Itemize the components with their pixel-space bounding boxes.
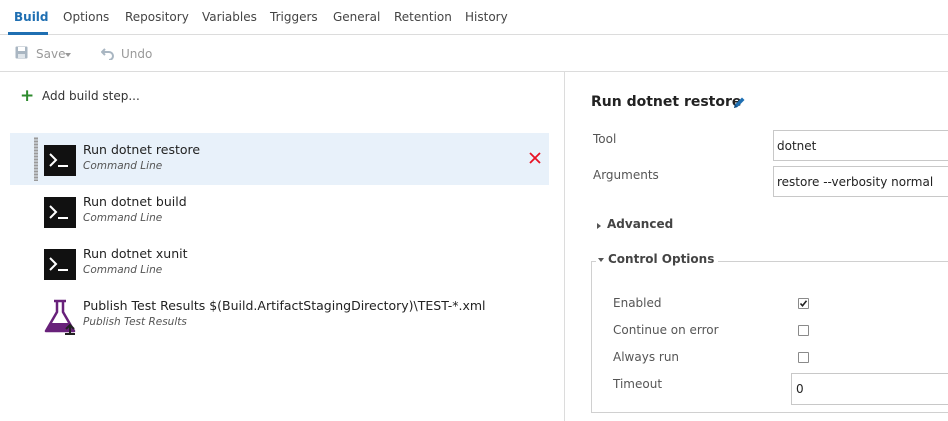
control-options-label: Control Options <box>608 252 715 266</box>
command-line-icon <box>44 197 76 228</box>
undo-button[interactable]: Undo <box>100 46 153 63</box>
step-subtitle: Command Line <box>83 212 163 224</box>
plus-icon: + <box>20 86 35 106</box>
task-title: Run dotnet restore <box>591 94 742 110</box>
step-title: Run dotnet xunit <box>83 246 188 261</box>
build-steps-panel: + Add build step... Run dotnet restore C… <box>0 72 565 421</box>
delete-step-icon[interactable] <box>528 150 542 164</box>
chevron-down-icon <box>65 53 71 57</box>
advanced-section-toggle[interactable]: Advanced <box>596 217 706 233</box>
step-details-panel: Run dotnet restore Tool Arguments Advanc… <box>566 72 948 421</box>
chevron-right-icon <box>597 223 601 229</box>
save-button[interactable]: Save <box>15 46 73 62</box>
arguments-label: Arguments <box>593 168 659 182</box>
step-title: Run dotnet restore <box>83 142 201 157</box>
tab-retention[interactable]: Retention <box>394 10 452 24</box>
tab-bar: Build Options Repository Variables Trigg… <box>0 0 948 35</box>
step-title: Publish Test Results $(Build.ArtifactSta… <box>83 298 486 313</box>
advanced-label: Advanced <box>607 217 674 231</box>
continue-on-error-label: Continue on error <box>613 323 719 337</box>
arguments-input[interactable] <box>773 166 948 197</box>
floppy-disk-icon <box>15 46 28 62</box>
enabled-label: Enabled <box>613 296 662 310</box>
tool-label: Tool <box>593 132 617 146</box>
command-line-icon <box>44 145 76 176</box>
add-build-step-label: Add build step... <box>42 89 140 103</box>
toolbar: Save Undo <box>0 35 948 72</box>
step-subtitle: Command Line <box>83 160 163 172</box>
tab-history[interactable]: History <box>465 10 508 24</box>
pencil-icon[interactable] <box>732 95 746 114</box>
tab-triggers[interactable]: Triggers <box>270 10 318 24</box>
continue-on-error-checkbox[interactable] <box>798 325 809 336</box>
timeout-label: Timeout <box>613 377 663 391</box>
step-subtitle: Publish Test Results <box>83 316 187 328</box>
save-label: Save <box>36 47 66 61</box>
build-step-run-dotnet-restore[interactable]: Run dotnet restore Command Line <box>10 133 549 185</box>
step-title: Run dotnet build <box>83 194 187 209</box>
tool-input[interactable] <box>773 130 948 161</box>
always-run-checkbox[interactable] <box>798 352 809 363</box>
tab-variables[interactable]: Variables <box>202 10 257 24</box>
tab-repository[interactable]: Repository <box>125 10 189 24</box>
tab-options[interactable]: Options <box>63 10 109 24</box>
command-line-icon <box>44 249 76 280</box>
tab-build[interactable]: Build <box>14 10 49 24</box>
step-subtitle: Command Line <box>83 264 163 276</box>
tab-general[interactable]: General <box>333 10 380 24</box>
flask-publish-icon <box>44 299 78 339</box>
build-step-run-dotnet-build[interactable]: Run dotnet build Command Line <box>10 185 549 237</box>
undo-label: Undo <box>121 47 153 61</box>
chevron-down-icon <box>598 258 604 262</box>
drag-handle-icon[interactable] <box>34 137 38 181</box>
timeout-input[interactable] <box>791 373 948 405</box>
always-run-label: Always run <box>613 350 680 364</box>
build-step-run-dotnet-xunit[interactable]: Run dotnet xunit Command Line <box>10 237 549 289</box>
add-build-step-button[interactable]: + Add build step... <box>20 86 150 106</box>
enabled-checkbox[interactable] <box>798 298 809 309</box>
undo-arrow-icon <box>100 46 115 63</box>
build-step-publish-test-results[interactable]: Publish Test Results $(Build.ArtifactSta… <box>10 289 549 341</box>
control-options-toggle[interactable]: Control Options <box>596 252 719 268</box>
